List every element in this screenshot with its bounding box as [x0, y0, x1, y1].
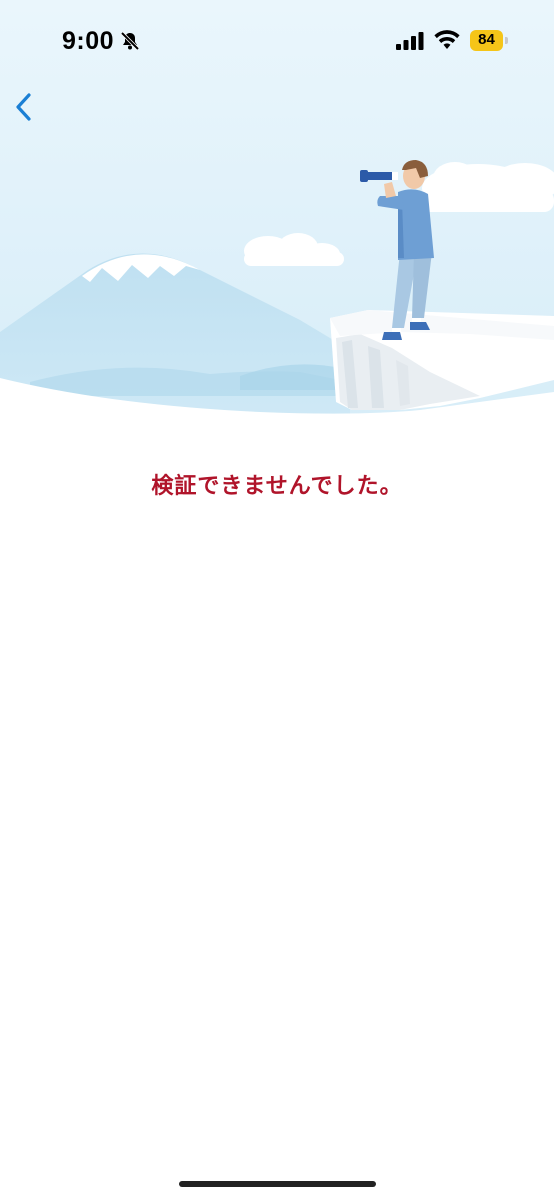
status-time: 9:00	[62, 27, 115, 55]
chevron-left-icon	[16, 93, 31, 121]
battery-tip	[505, 37, 508, 44]
battery-indicator: 84	[470, 30, 508, 51]
wifi-icon	[434, 30, 460, 49]
cloud-right	[420, 162, 554, 212]
home-indicator[interactable]	[179, 1181, 376, 1187]
back-button[interactable]	[6, 86, 46, 130]
battery-level: 84	[478, 31, 495, 48]
cellular-signal-icon	[396, 32, 424, 50]
bell-slash-icon	[120, 31, 140, 51]
error-message: 検証できませんでした。	[151, 474, 403, 499]
status-bar: 9:00 84	[0, 0, 554, 86]
